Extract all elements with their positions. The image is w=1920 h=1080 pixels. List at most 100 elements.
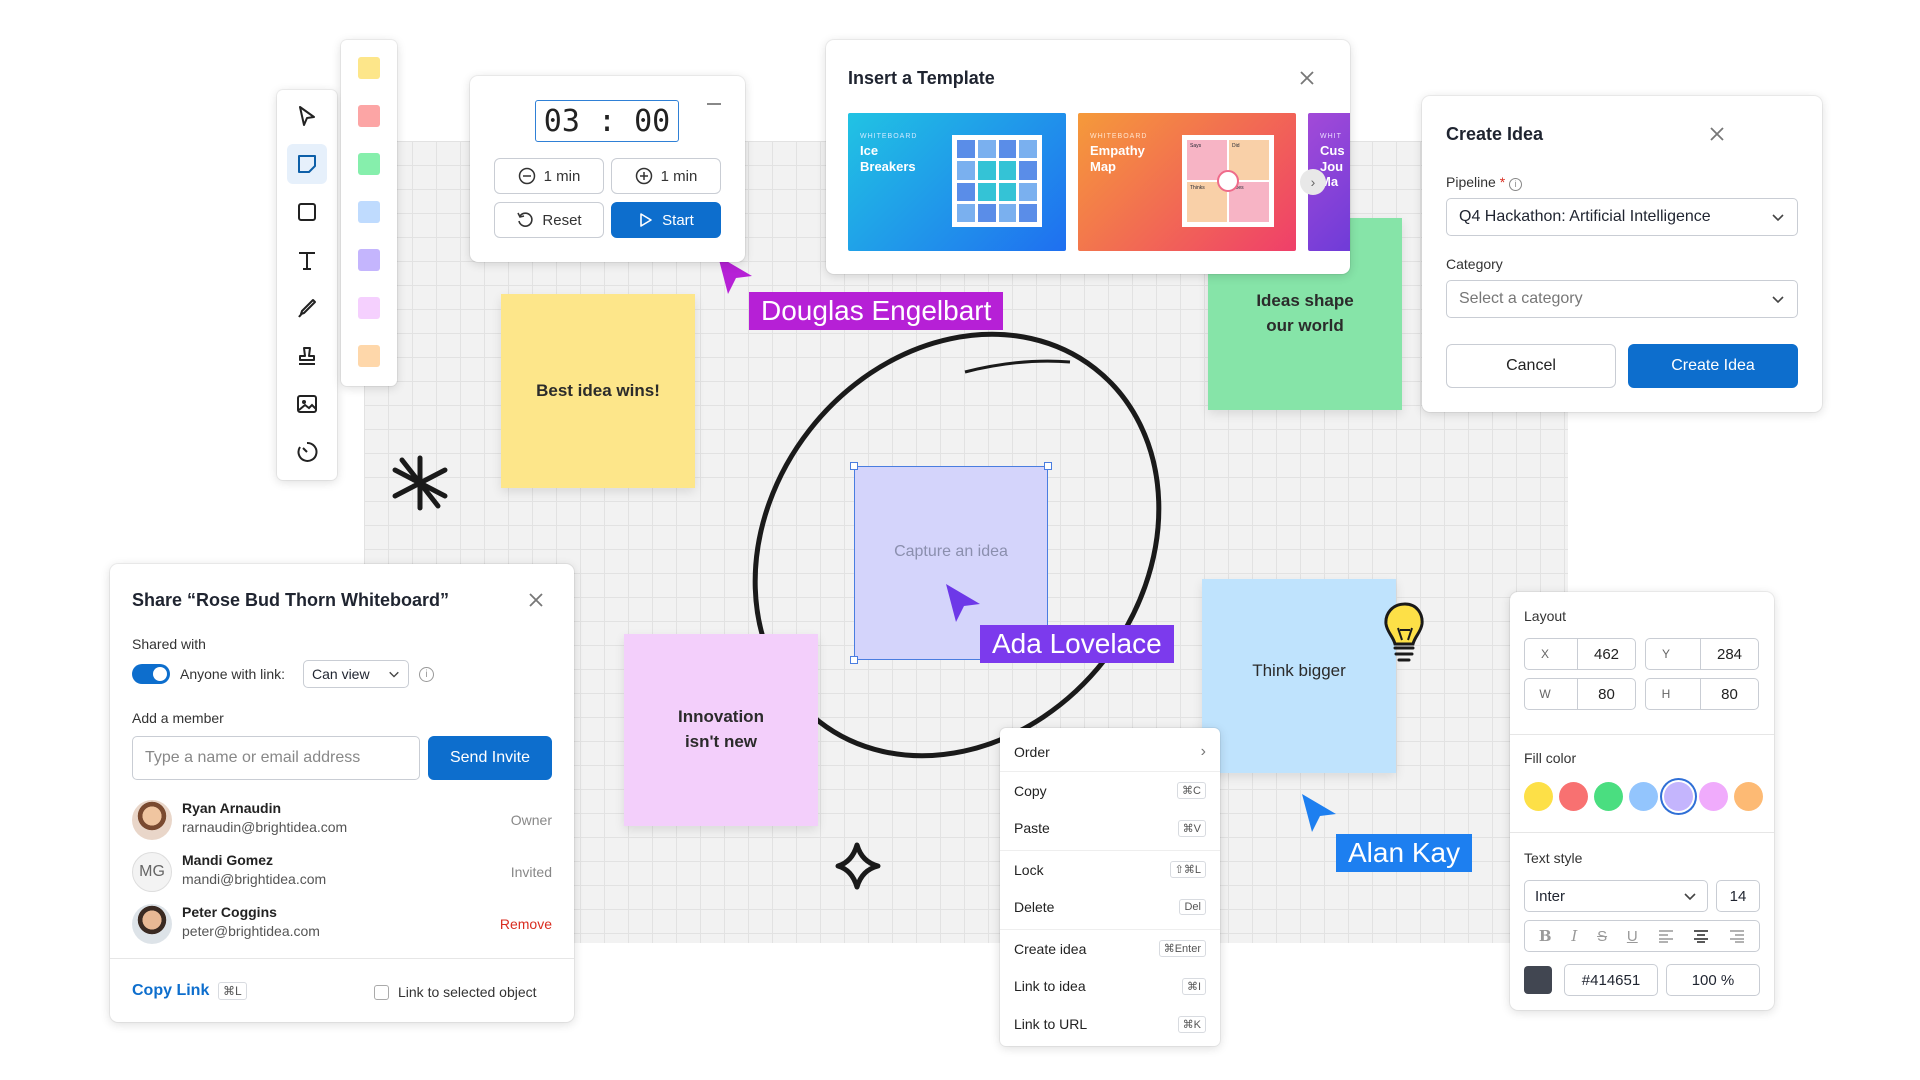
start-button[interactable]: Start [611,202,721,238]
sticky-note-pink[interactable]: Innovation isn't new [624,634,818,826]
text-format-toolbar: B I S U [1524,920,1760,952]
sticky-color-swatch[interactable] [358,105,380,127]
sticky-color-swatch[interactable] [358,297,380,319]
image-tool[interactable] [287,384,327,424]
permission-select[interactable]: Can view [303,660,409,688]
text-color-swatch[interactable] [1524,966,1552,994]
timer-display[interactable]: 03 : 00 [535,100,679,142]
member-search-input[interactable]: Type a name or email address [132,736,420,780]
link-selected-checkbox[interactable] [374,985,389,1000]
link-sharing-toggle[interactable] [132,664,170,684]
next-arrow-icon[interactable]: › [1300,169,1326,195]
member-info: Peter Coggins peter@brightidea.com [182,904,320,939]
fill-color-title: Fill color [1524,750,1577,766]
template-preview: Says Did Thinks Does [1182,135,1274,227]
chevron-down-icon [1684,893,1696,901]
avatar [132,904,172,944]
sticky-note-tool[interactable] [287,144,327,184]
image-icon [297,395,317,413]
info-icon[interactable]: i [419,667,434,682]
pipeline-label: Pipeline * i [1446,174,1523,191]
sticky-color-swatch[interactable] [358,345,380,367]
menu-item-order[interactable]: Order › [1000,733,1220,771]
y-field[interactable]: Y 284 [1645,638,1759,670]
copy-link-button[interactable]: Copy Link [132,982,209,1000]
close-icon[interactable] [1298,69,1316,87]
select-tool[interactable] [287,96,327,136]
template-card-empathy-map[interactable]: WHITEBOARD Empathy Map Says Did Thinks Do… [1078,113,1296,251]
fill-swatch[interactable] [1559,782,1588,811]
menu-item-link-to-url[interactable]: Link to URL ⌘K [1000,1005,1220,1043]
w-field[interactable]: W 80 [1524,678,1636,710]
align-center-icon[interactable] [1693,929,1709,943]
cancel-button[interactable]: Cancel [1446,344,1616,388]
avatar: MG [132,852,172,892]
h-field[interactable]: H 80 [1645,678,1759,710]
x-field[interactable]: X 462 [1524,638,1636,670]
minus-minute-button[interactable]: 1 min [494,158,604,194]
fill-swatch[interactable] [1734,782,1763,811]
chevron-right-icon: › [1200,743,1206,760]
text-style-title: Text style [1524,850,1583,866]
strikethrough-icon[interactable]: S [1597,928,1607,945]
plus-minute-button[interactable]: 1 min [611,158,721,194]
sticky-note-blue[interactable]: Think bigger [1202,579,1396,773]
sticky-color-swatch[interactable] [358,249,380,271]
shared-with-label: Shared with [132,636,206,652]
template-card-ice-breakers[interactable]: WHITEBOARD Ice Breakers [848,113,1066,251]
reset-icon [517,212,534,227]
share-dialog: Share “Rose Bud Thorn Whiteboard” Shared… [110,564,574,1022]
divider [1510,832,1774,833]
text-color-hex-field[interactable]: #414651 [1564,964,1658,996]
menu-item-delete[interactable]: Delete Del [1000,888,1220,926]
menu-item-copy[interactable]: Copy ⌘C [1000,771,1220,809]
create-idea-dialog: Create Idea Pipeline * i Q4 Hackathon: A… [1422,96,1822,412]
align-right-icon[interactable] [1729,929,1745,943]
pen-tool[interactable] [287,288,327,328]
bold-icon[interactable]: B [1539,927,1552,945]
fill-swatch[interactable] [1594,782,1623,811]
fill-swatch[interactable] [1699,782,1728,811]
plus-circle-icon [635,167,652,185]
layout-title: Layout [1524,608,1567,624]
fill-swatch-selected[interactable] [1664,782,1693,811]
menu-item-create-idea[interactable]: Create idea ⌘Enter [1000,929,1220,967]
sparkle-doodle [835,842,881,890]
sticky-color-swatch[interactable] [358,201,380,223]
menu-item-link-to-idea[interactable]: Link to idea ⌘I [1000,967,1220,1005]
resize-handle-tr[interactable] [1044,462,1052,470]
sticky-color-swatch[interactable] [358,153,380,175]
remove-member-button[interactable]: Remove [500,916,552,932]
category-select[interactable]: Select a category [1446,280,1798,318]
send-invite-button[interactable]: Send Invite [428,736,552,780]
properties-panel: Layout X 462 Y 284 W 80 H 80 Fill color Text… [1510,592,1774,1010]
timer-panel: 03 : 00 1 min 1 min Reset Start [470,76,745,262]
underline-icon[interactable]: U [1627,928,1638,945]
reset-button[interactable]: Reset [494,202,604,238]
pipeline-select[interactable]: Q4 Hackathon: Artificial Intelligence [1446,198,1798,236]
resize-handle-bl[interactable] [850,656,858,664]
text-tool[interactable] [287,240,327,280]
close-icon[interactable] [527,591,545,609]
avatar [1217,170,1239,192]
font-size-field[interactable]: 14 [1716,880,1760,912]
opacity-field[interactable]: 100 % [1666,964,1760,996]
fill-swatch[interactable] [1524,782,1553,811]
font-select[interactable]: Inter [1524,880,1708,912]
resize-handle-tl[interactable] [850,462,858,470]
fill-swatch[interactable] [1629,782,1658,811]
menu-item-paste[interactable]: Paste ⌘V [1000,809,1220,847]
minimize-icon[interactable] [707,103,721,105]
timer-tool[interactable] [287,432,327,472]
member-status: Invited [510,864,552,880]
create-idea-button[interactable]: Create Idea [1628,344,1798,388]
sticky-note-yellow[interactable]: Best idea wins! [501,294,695,488]
sticky-color-swatch[interactable] [358,57,380,79]
close-icon[interactable] [1708,125,1726,143]
italic-icon[interactable]: I [1571,927,1577,945]
template-name: Empathy Map [1090,143,1145,174]
stamp-tool[interactable] [287,336,327,376]
align-left-icon[interactable] [1658,929,1674,943]
rectangle-tool[interactable] [287,192,327,232]
menu-item-lock[interactable]: Lock ⇧⌘L [1000,850,1220,888]
